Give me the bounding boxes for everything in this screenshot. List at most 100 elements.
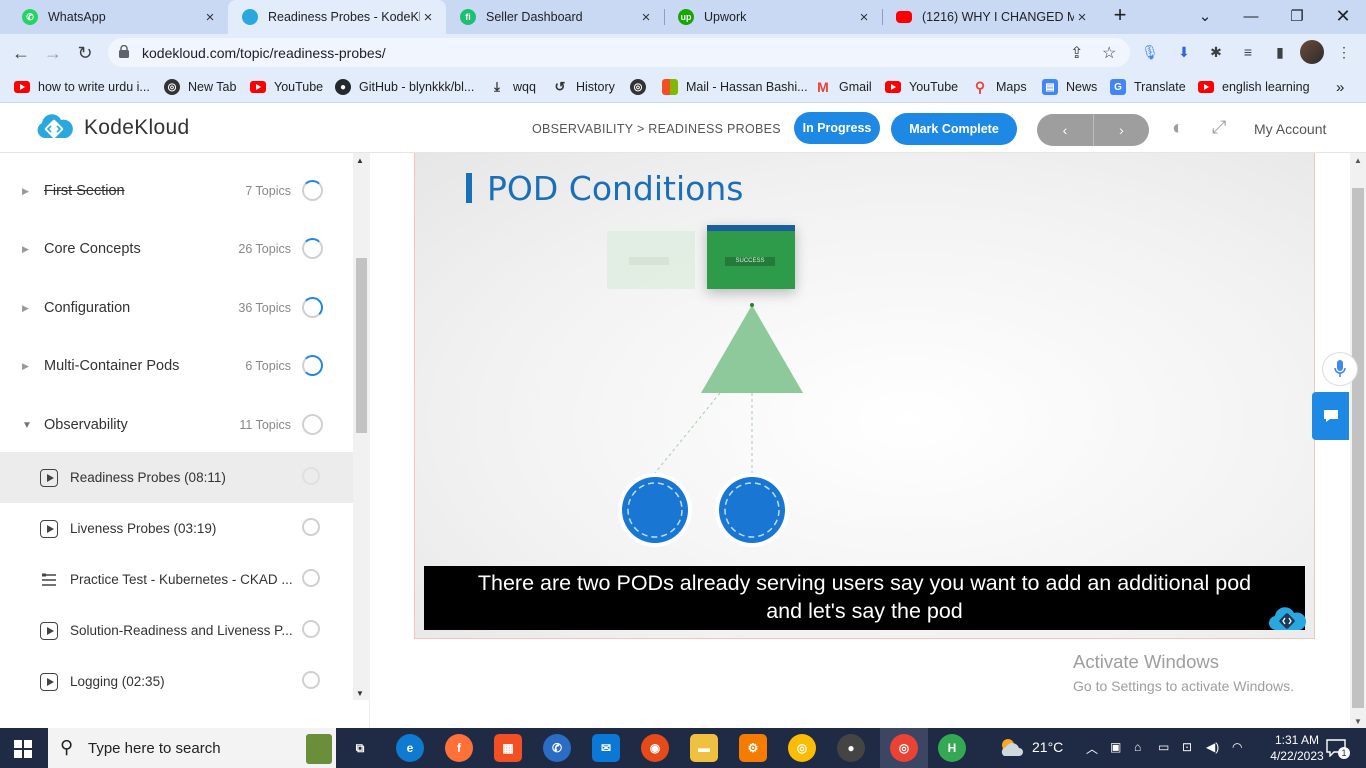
bookmark-item[interactable]: ● GitHub - blynkkk/bl... bbox=[335, 77, 474, 97]
lesson-practice-test[interactable]: Practice Test - Kubernetes - CKAD ... bbox=[0, 554, 353, 605]
close-icon[interactable]: × bbox=[638, 9, 654, 26]
bookmark-item[interactable]: how to write urdu i... bbox=[14, 77, 150, 97]
task-view-icon[interactable]: ⧉ bbox=[346, 734, 374, 762]
chrome-profile-icon[interactable]: ◎ bbox=[890, 734, 918, 762]
bookmark-item[interactable]: ◎ New Tab bbox=[164, 77, 236, 97]
translate-icon: G bbox=[1110, 79, 1126, 95]
mark-complete-button[interactable]: Mark Complete bbox=[891, 113, 1017, 145]
bookmark-item[interactable]: M Gmail bbox=[815, 77, 872, 97]
section-configuration[interactable]: ▶ Configuration 36 Topics bbox=[0, 279, 353, 337]
scroll-up-arrow-icon[interactable]: ▲ bbox=[1354, 156, 1362, 165]
fullscreen-icon[interactable]: ⤢ bbox=[1212, 117, 1226, 138]
edge-icon[interactable]: e bbox=[396, 734, 424, 762]
close-icon[interactable]: × bbox=[1074, 9, 1090, 26]
bookmark-item[interactable]: YouTube bbox=[885, 77, 958, 97]
notification-center-icon[interactable]: 1 bbox=[1326, 739, 1350, 760]
tray-overflow-chevron-icon[interactable]: ︿ bbox=[1086, 740, 1098, 757]
minimize-button[interactable]: — bbox=[1228, 0, 1274, 32]
notification-badge: 1 bbox=[1338, 747, 1350, 759]
bookmark-label: New Tab bbox=[188, 80, 237, 94]
display-icon[interactable]: ⊡ bbox=[1182, 740, 1192, 754]
tab-search-chevron-icon[interactable]: ⌄ bbox=[1182, 0, 1228, 32]
teams-call-icon[interactable]: ✆ bbox=[543, 734, 571, 762]
tab-upwork[interactable]: up Upwork × bbox=[664, 0, 882, 34]
scroll-down-arrow-icon[interactable]: ▼ bbox=[356, 689, 364, 698]
share-icon[interactable]: ⇪ bbox=[1070, 43, 1083, 63]
weather-cloud-icon[interactable] bbox=[998, 736, 1024, 758]
my-account-link[interactable]: My Account bbox=[1254, 121, 1326, 137]
back-button[interactable]: ← bbox=[8, 40, 34, 66]
restore-button[interactable]: ❐ bbox=[1274, 0, 1320, 32]
chat-support-button[interactable] bbox=[1312, 392, 1349, 440]
tab-whatsapp[interactable]: ✆ WhatsApp × bbox=[8, 0, 228, 34]
chrome-icon[interactable]: ◎ bbox=[788, 734, 816, 762]
lesson-logging[interactable]: Logging (02:35) bbox=[0, 656, 353, 707]
firefox-icon[interactable]: f bbox=[445, 734, 473, 762]
reading-list-icon[interactable]: ≡ bbox=[1238, 42, 1258, 62]
voice-input-mic-icon[interactable] bbox=[1322, 352, 1358, 386]
bookmark-item[interactable]: YouTube bbox=[250, 77, 323, 97]
section-first-section[interactable]: ▶ First Section 7 Topics bbox=[0, 162, 353, 220]
new-tab-button[interactable]: + bbox=[1108, 4, 1132, 28]
download-extension-icon[interactable]: ⬇ bbox=[1174, 42, 1194, 62]
section-observability[interactable]: ▼ Observability 11 Topics bbox=[0, 396, 353, 454]
address-bar[interactable]: kodekloud.com/topic/readiness-probes/ ⇪ … bbox=[108, 38, 1130, 67]
next-lesson-button[interactable]: › bbox=[1093, 114, 1149, 146]
shell-app-icon[interactable]: ◉ bbox=[641, 734, 669, 762]
close-icon[interactable]: × bbox=[420, 9, 436, 26]
network-device-icon[interactable]: ⌂ bbox=[1134, 740, 1141, 754]
temperature[interactable]: 21°C bbox=[1032, 739, 1063, 755]
in-progress-badge[interactable]: In Progress bbox=[794, 112, 880, 144]
bookmark-item[interactable]: G Translate bbox=[1110, 77, 1186, 97]
progress-ring-icon bbox=[302, 569, 320, 587]
tab-seller-dashboard[interactable]: fi Seller Dashboard × bbox=[446, 0, 664, 34]
bookmark-item[interactable]: ◎ bbox=[630, 77, 654, 97]
bookmark-item[interactable]: english learning bbox=[1198, 77, 1310, 97]
tab-youtube-video[interactable]: (1216) WHY I CHANGED MY × bbox=[882, 0, 1100, 34]
bookmark-item[interactable]: ⚲ Maps bbox=[972, 77, 1027, 97]
battery-icon[interactable]: ▭ bbox=[1158, 740, 1169, 754]
store-icon[interactable]: ▦ bbox=[494, 734, 522, 762]
forward-button[interactable]: → bbox=[40, 40, 66, 66]
mail-icon[interactable]: ✉ bbox=[592, 734, 620, 762]
side-panel-icon[interactable]: ▮ bbox=[1270, 42, 1290, 62]
windows-start-icon[interactable] bbox=[14, 740, 32, 761]
close-window-button[interactable]: ✕ bbox=[1320, 0, 1366, 32]
bookmark-item[interactable]: ↺ History bbox=[552, 77, 615, 97]
kodekloud-logo[interactable]: KodeKloud bbox=[34, 114, 189, 142]
profile-avatar[interactable] bbox=[1300, 40, 1324, 64]
tray-app-icon[interactable]: ▣ bbox=[1110, 740, 1121, 754]
scroll-down-arrow-icon[interactable]: ▼ bbox=[1354, 717, 1362, 726]
wifi-icon[interactable]: ◠ bbox=[1232, 740, 1242, 754]
section-core-concepts[interactable]: ▶ Core Concepts 26 Topics bbox=[0, 220, 353, 278]
close-icon[interactable]: × bbox=[202, 9, 218, 26]
section-multi-container-pods[interactable]: ▶ Multi-Container Pods 6 Topics bbox=[0, 337, 353, 395]
bookmark-star-icon[interactable]: ☆ bbox=[1102, 43, 1116, 63]
reload-button[interactable]: ↻ bbox=[72, 40, 98, 66]
previous-lesson-button[interactable]: ‹ bbox=[1037, 114, 1093, 146]
file-explorer-icon[interactable]: ▬ bbox=[690, 734, 718, 762]
close-icon[interactable]: × bbox=[856, 9, 872, 26]
obs-icon[interactable]: ● bbox=[837, 734, 865, 762]
volume-icon[interactable]: ◀) bbox=[1206, 740, 1219, 754]
settings-app-icon[interactable]: ⚙ bbox=[739, 734, 767, 762]
bookmark-item[interactable]: Mail - Hassan Bashi... bbox=[662, 77, 808, 97]
bookmark-item[interactable]: ⤓ wqq bbox=[489, 77, 536, 97]
voice-extension-icon[interactable]: 🎙 bbox=[1140, 42, 1160, 62]
dark-mode-icon[interactable]: ◐ bbox=[1172, 117, 1184, 140]
video-caption: There are two PODs already serving users… bbox=[424, 566, 1305, 630]
page-scrollbar-thumb[interactable] bbox=[1352, 188, 1364, 708]
lesson-liveness-probes[interactable]: Liveness Probes (03:19) bbox=[0, 503, 353, 554]
bookmark-item[interactable]: ▤ News bbox=[1042, 77, 1097, 97]
lesson-readiness-probes[interactable]: Readiness Probes (08:11) bbox=[0, 452, 353, 503]
taskbar-search-box[interactable]: ⚲ Type here to search bbox=[48, 728, 336, 768]
scroll-up-arrow-icon[interactable]: ▲ bbox=[356, 156, 364, 165]
more-menu-icon[interactable]: ⋮ bbox=[1334, 42, 1354, 62]
lesson-solution-readiness-liveness[interactable]: Solution-Readiness and Liveness P... bbox=[0, 605, 353, 656]
extensions-puzzle-icon[interactable]: ✱ bbox=[1206, 42, 1226, 62]
sidebar-scrollbar-thumb[interactable] bbox=[356, 258, 367, 433]
tab-readiness-probes[interactable]: Readiness Probes - KodeKlou × bbox=[228, 0, 446, 34]
system-clock[interactable]: 1:31 AM 4/22/2023 bbox=[1262, 732, 1332, 764]
chrome-profile-h-icon[interactable]: H bbox=[938, 734, 966, 762]
bookmarks-overflow-icon[interactable]: » bbox=[1336, 77, 1344, 97]
